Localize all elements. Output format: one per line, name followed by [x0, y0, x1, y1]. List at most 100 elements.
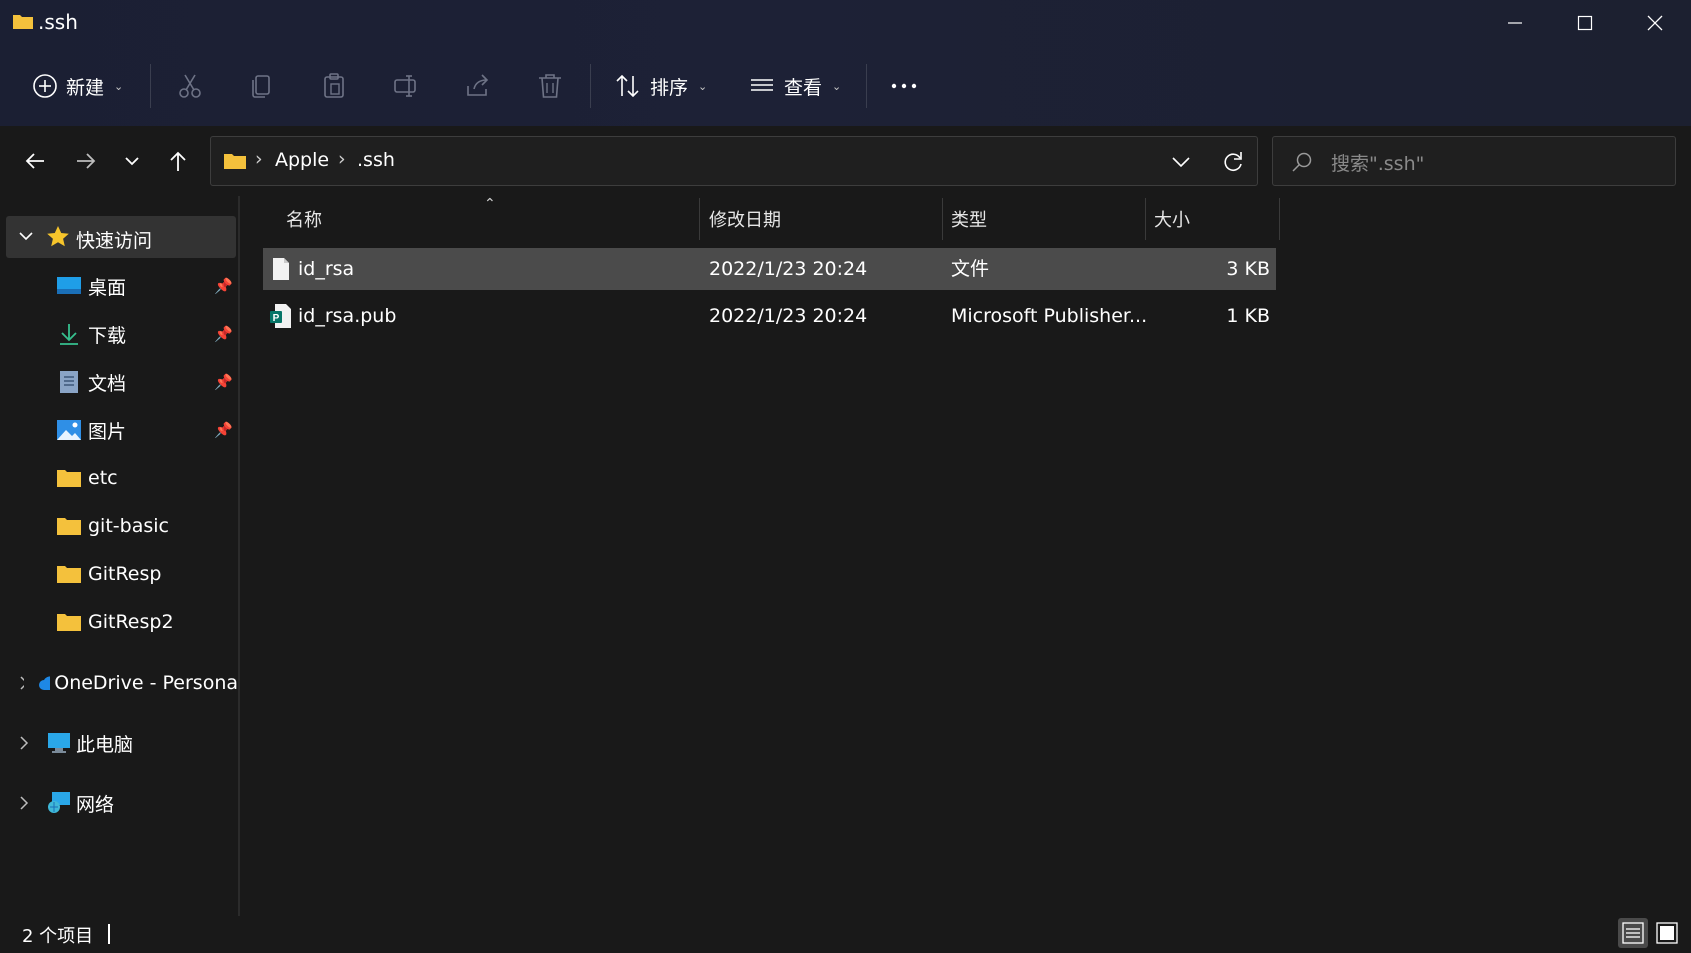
sidebar-item-label: 文档 [88, 372, 127, 395]
paste-button[interactable] [320, 62, 348, 110]
onedrive-cloud-icon [38, 676, 51, 690]
download-icon [60, 324, 78, 345]
chevron-right-icon[interactable] [16, 735, 32, 751]
chevron-down-icon: ⌄ [698, 79, 708, 93]
more-button[interactable] [890, 62, 918, 110]
maximize-button[interactable] [1550, 0, 1620, 46]
file-row[interactable]: id_rsa 2022/1/23 20:24 文件 3 KB [263, 248, 1276, 290]
sidebar-item-git-basic[interactable]: git-basic [56, 506, 236, 546]
breadcrumb-segment-apple[interactable]: Apple [275, 149, 329, 171]
column-header-name[interactable]: 名称 [286, 196, 696, 242]
chevron-right-icon[interactable] [16, 795, 32, 811]
refresh-icon[interactable] [1221, 150, 1245, 174]
column-header-type[interactable]: 类型 [951, 196, 1141, 242]
column-divider[interactable] [1279, 198, 1280, 240]
sidebar-item-label: GitResp2 [88, 611, 174, 633]
column-header-size[interactable]: 大小 [1154, 196, 1274, 242]
desktop-icon [57, 277, 81, 294]
pictures-icon [57, 420, 81, 440]
sidebar-item-network[interactable]: 网络 [16, 783, 238, 823]
sort-button[interactable]: 排序 ⌄ [614, 62, 707, 110]
window-title: .ssh [38, 10, 78, 34]
pin-icon[interactable]: 📌 [214, 421, 233, 439]
file-modified: 2022/1/23 20:24 [709, 258, 868, 280]
search-box[interactable]: 搜索".ssh" [1272, 136, 1676, 186]
file-type: 文件 [951, 258, 990, 280]
pin-icon[interactable]: 📌 [214, 325, 233, 343]
close-icon [1647, 15, 1663, 31]
minimize-button[interactable] [1480, 0, 1550, 46]
breadcrumb-segment-ssh[interactable]: .ssh [357, 149, 395, 171]
recent-locations-button[interactable] [112, 140, 152, 182]
column-divider[interactable] [1145, 198, 1146, 240]
sidebar-item-quick-access[interactable]: 快速访问 [6, 216, 236, 258]
cut-icon [179, 74, 201, 98]
sidebar-item-documents[interactable]: 文档 📌 [56, 362, 236, 402]
file-icon [273, 258, 289, 280]
back-button[interactable] [15, 140, 55, 182]
sidebar-item-downloads[interactable]: 下载 📌 [56, 314, 236, 354]
folder-icon [57, 518, 81, 535]
sidebar-item-label: 此电脑 [76, 733, 134, 756]
svg-text:P: P [273, 313, 280, 324]
paste-icon [324, 73, 344, 98]
large-icons-view-button[interactable] [1652, 918, 1682, 948]
toolbar-divider [590, 64, 591, 108]
sidebar-divider [238, 196, 240, 916]
maximize-icon [1577, 15, 1593, 31]
chevron-down-icon[interactable] [18, 230, 34, 244]
computer-icon [48, 733, 70, 753]
sidebar-item-pictures[interactable]: 图片 📌 [56, 410, 236, 450]
sidebar-item-label: 网络 [76, 793, 115, 816]
sidebar-item-label: GitResp [88, 563, 162, 585]
sidebar-item-onedrive[interactable]: OneDrive - Persona [16, 663, 238, 703]
search-icon [1292, 152, 1312, 172]
sidebar-item-etc[interactable]: etc [56, 458, 236, 498]
column-divider[interactable] [942, 198, 943, 240]
sidebar-item-label: 下载 [88, 324, 127, 347]
copy-icon [252, 75, 270, 98]
close-button[interactable] [1620, 0, 1690, 46]
arrow-left-icon [25, 153, 44, 169]
folder-icon [57, 614, 81, 631]
sidebar-item-label: OneDrive - Persona [54, 672, 238, 694]
new-button[interactable]: 新建 ⌄ [32, 62, 123, 110]
status-item-count: 2 个项目 [22, 926, 94, 947]
tiles-view-icon [1656, 922, 1678, 944]
details-view-icon [1622, 922, 1644, 944]
sidebar-item-gitresp2[interactable]: GitResp2 [56, 602, 236, 642]
up-button[interactable] [158, 140, 198, 182]
sidebar-item-this-pc[interactable]: 此电脑 [16, 723, 238, 763]
view-button[interactable]: 查看 ⌄ [748, 62, 841, 110]
file-modified: 2022/1/23 20:24 [709, 305, 868, 327]
folder-icon [57, 470, 81, 487]
more-icon [891, 83, 917, 89]
sidebar-item-gitresp[interactable]: GitResp [56, 554, 236, 594]
file-name: id_rsa.pub [298, 305, 397, 327]
chevron-down-icon [125, 157, 139, 166]
documents-icon [60, 371, 78, 393]
delete-button[interactable] [536, 62, 564, 110]
forward-button[interactable] [66, 140, 106, 182]
share-button[interactable] [464, 62, 492, 110]
sidebar-item-desktop[interactable]: 桌面 📌 [56, 266, 236, 306]
copy-button[interactable] [248, 62, 276, 110]
address-bar[interactable]: › Apple › .ssh [210, 136, 1258, 186]
network-icon [48, 792, 70, 813]
address-history-chevron-icon[interactable] [1171, 152, 1191, 172]
column-header-modified[interactable]: 修改日期 [709, 196, 939, 242]
folder-icon [224, 154, 246, 169]
toolbar-divider [150, 64, 151, 108]
chevron-right-icon[interactable] [16, 675, 24, 691]
pin-icon[interactable]: 📌 [214, 373, 233, 391]
file-row[interactable]: P id_rsa.pub 2022/1/23 20:24 Microsoft P… [263, 295, 1276, 337]
cut-button[interactable] [176, 62, 204, 110]
folder-icon [13, 15, 33, 29]
column-divider[interactable] [699, 198, 700, 240]
new-label: 新建 [66, 76, 105, 99]
toolbar-divider [866, 64, 867, 108]
details-view-button[interactable] [1618, 918, 1648, 948]
sidebar-item-label: etc [88, 467, 118, 489]
pin-icon[interactable]: 📌 [214, 277, 233, 295]
rename-button[interactable] [392, 62, 420, 110]
